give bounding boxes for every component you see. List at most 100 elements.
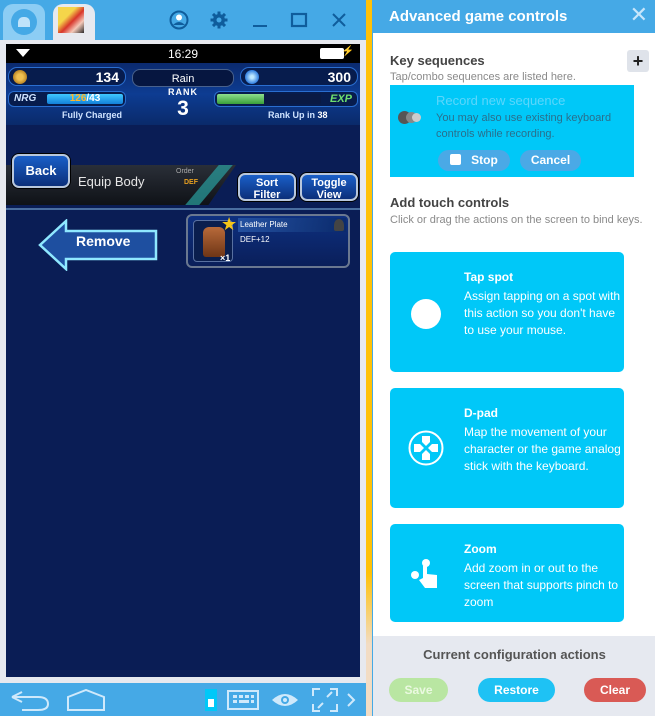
card-title: Zoom — [464, 542, 497, 556]
back-icon[interactable] — [10, 689, 50, 711]
card-title: D-pad — [464, 406, 498, 420]
character-avatar — [334, 219, 344, 231]
game-screen[interactable]: 16:29 ⚡ 134 300 Rain RANK 3 NRG 126/43 E… — [6, 44, 360, 677]
coin-icon — [13, 70, 27, 84]
record-title: Record new sequence — [436, 93, 566, 108]
zoom-card[interactable]: Zoom Add zoom in or out to the screen th… — [390, 524, 624, 622]
nrg-current: 126 — [69, 93, 87, 104]
clear-button[interactable]: Clear — [584, 678, 646, 702]
rank-up-value: 38 — [317, 110, 328, 120]
panel-title: Advanced game controls — [389, 8, 568, 25]
close-icon[interactable] — [329, 10, 349, 30]
key-sequences-title: Key sequences — [390, 53, 485, 68]
restore-button[interactable]: Restore — [478, 678, 555, 702]
account-icon[interactable] — [169, 10, 189, 30]
cancel-button[interactable]: Cancel — [520, 150, 581, 171]
toggle-label: Toggle — [311, 177, 347, 189]
maximize-icon[interactable] — [289, 10, 309, 30]
card-description: Add zoom in or out to the screen that su… — [464, 561, 619, 609]
key-sequences-subtitle: Tap/combo sequences are listed here. — [390, 71, 576, 83]
stop-button[interactable]: Stop — [438, 150, 510, 171]
save-button[interactable]: Save — [389, 678, 448, 702]
divider — [6, 208, 360, 210]
title-bar — [0, 0, 366, 40]
stop-icon — [450, 154, 462, 165]
game-hud: 134 300 Rain RANK 3 NRG 126/43 EXP Fully… — [6, 63, 360, 125]
chevron-right-icon[interactable] — [344, 689, 358, 711]
gem-value: 300 — [327, 69, 351, 85]
toggle-view-button[interactable]: Toggle View — [300, 173, 358, 201]
eye-icon[interactable] — [271, 689, 299, 711]
charging-icon: ⚡ — [341, 46, 354, 57]
exp-bar: EXP — [214, 91, 358, 107]
exp-track — [217, 94, 321, 104]
rank-up-info: Rank Up in 38 — [268, 110, 328, 120]
tab-game[interactable] — [53, 4, 95, 40]
clock: 16:29 — [167, 47, 199, 61]
card-description: Assign tapping on a spot with this actio… — [464, 289, 621, 337]
star-icon: ★ — [221, 214, 238, 234]
home-icon[interactable] — [66, 689, 106, 711]
nrg-value: 126/43 — [47, 93, 123, 104]
stop-label: Stop — [471, 153, 498, 167]
nrg-label: NRG — [14, 93, 37, 104]
tap-spot-card[interactable]: Tap spot Assign tapping on a spot with t… — [390, 252, 624, 372]
pinch-zoom-icon — [408, 556, 444, 592]
tap-spot-icon — [408, 296, 444, 332]
app-icon — [58, 7, 84, 33]
sort-label: Sort — [256, 177, 278, 189]
remove-button[interactable]: Remove — [38, 219, 160, 271]
remove-label: Remove — [76, 233, 131, 249]
item-stat: DEF+12 — [240, 235, 270, 244]
order-label: Order — [176, 168, 194, 175]
record-sequence-box: Record new sequence You may also use exi… — [390, 85, 634, 177]
order-value: DEF — [184, 179, 198, 186]
close-icon[interactable]: ✕ — [630, 4, 648, 26]
nrg-status: Fully Charged — [62, 110, 123, 120]
root: 16:29 ⚡ 134 300 Rain RANK 3 NRG 126/43 E… — [0, 0, 655, 716]
record-toggle[interactable] — [398, 111, 424, 124]
minimize-icon[interactable] — [250, 10, 270, 30]
item-card[interactable]: ×1 ★ Leather Plate DEF+12 — [186, 214, 350, 268]
item-name: Leather Plate — [240, 220, 288, 229]
filter-label: Filter — [253, 189, 281, 201]
battery-icon — [320, 48, 344, 59]
lock-icon[interactable] — [205, 689, 217, 711]
card-description: Map the movement of your character or th… — [464, 425, 621, 473]
gold-counter: 134 — [8, 67, 126, 86]
toggle-knob-trail — [412, 113, 421, 122]
touch-controls-subtitle: Click or drag the actions on the screen … — [390, 214, 643, 226]
rank-up-text: Rank Up in — [268, 110, 316, 120]
card-title: Tap spot — [464, 270, 514, 284]
android-status-bar: 16:29 ⚡ — [6, 44, 360, 63]
energy-bar: NRG 126/43 — [8, 91, 126, 107]
player-name: Rain — [132, 69, 234, 87]
add-sequence-button[interactable]: + — [627, 50, 649, 72]
gem-counter: 300 — [240, 67, 358, 86]
config-actions-footer: Current configuration actions Save Resto… — [373, 636, 655, 716]
touch-controls-title: Add touch controls — [390, 195, 510, 210]
dpad-card[interactable]: D-pad Map the movement of your character… — [390, 388, 624, 508]
screen-title: Equip Body — [78, 174, 145, 189]
back-button[interactable]: Back — [12, 154, 70, 188]
dpad-icon — [408, 430, 444, 466]
panel-header: Advanced game controls ✕ — [373, 0, 655, 33]
exp-fill — [217, 94, 264, 104]
footer-title: Current configuration actions — [423, 647, 606, 662]
item-quantity: ×1 — [220, 253, 231, 263]
advanced-controls-panel: Advanced game controls ✕ Key sequences +… — [372, 0, 655, 716]
android-nav-bar — [0, 683, 366, 716]
gold-value: 134 — [95, 69, 119, 85]
gem-icon — [245, 70, 259, 84]
emulator-window: 16:29 ⚡ 134 300 Rain RANK 3 NRG 126/43 E… — [0, 0, 366, 716]
keyboard-icon[interactable] — [227, 689, 259, 711]
view-label: View — [316, 189, 342, 201]
record-description: You may also use existing keyboard contr… — [436, 112, 612, 140]
nrg-max: /43 — [86, 93, 101, 104]
sort-filter-button[interactable]: Sort Filter — [238, 173, 296, 201]
fullscreen-icon[interactable] — [312, 688, 338, 712]
tab-home[interactable] — [3, 4, 45, 40]
house-glyph — [18, 17, 30, 27]
exp-label: EXP — [329, 93, 352, 105]
gear-icon[interactable] — [209, 10, 229, 30]
